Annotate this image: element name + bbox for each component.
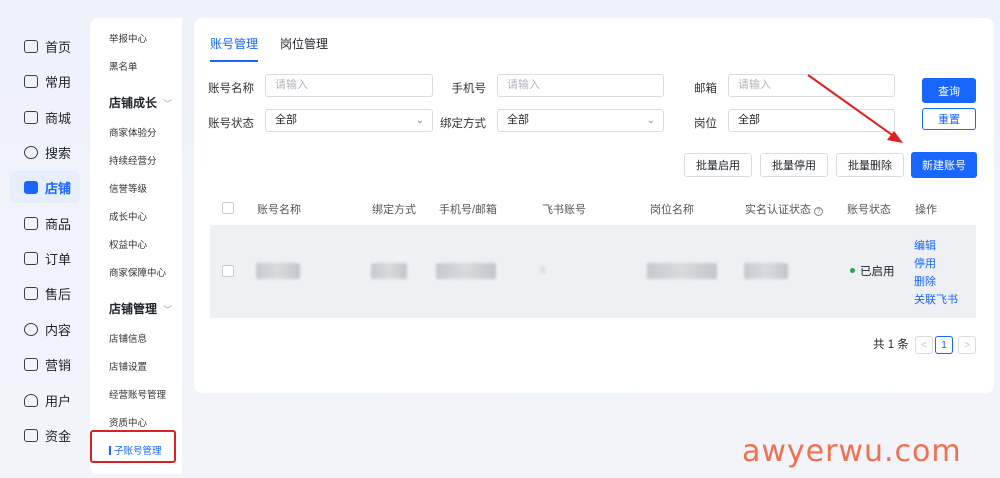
subnav-item-benefits-center[interactable]: 权益中心 (109, 237, 147, 251)
subnav-item-shop-info[interactable]: 店铺信息 (109, 331, 147, 345)
phone-input[interactable]: 请输入 (497, 74, 664, 97)
phone-label: 手机号 (451, 83, 487, 95)
rail-item-user[interactable]: 用户 (10, 384, 80, 416)
subnav-item-experience-score[interactable]: 商家体验分 (109, 125, 157, 139)
rail-item-shop[interactable]: 店铺 (10, 171, 80, 203)
redacted-position-name (647, 263, 717, 279)
bind-method-select[interactable]: 全部 ⌄ (497, 109, 664, 132)
email-input[interactable]: 请输入 (728, 74, 895, 97)
email-label: 邮箱 (694, 83, 717, 95)
pagination-total: 共 1 条 (873, 339, 909, 351)
goods-icon (24, 216, 38, 230)
aftersale-icon (24, 286, 38, 300)
chevron-down-icon: ﹀ (163, 305, 173, 315)
redacted-phone-email (436, 263, 496, 279)
prev-page-button[interactable]: < (915, 336, 933, 354)
rail-item-search[interactable]: 搜索 (10, 136, 80, 168)
batch-disable-button[interactable]: 批量停用 (760, 153, 828, 177)
rail-item-wallet[interactable]: 资金 (10, 419, 80, 451)
column-header: 岗位名称 (650, 204, 694, 216)
chevron-down-icon: ﹀ (163, 99, 173, 109)
rail-item-common[interactable]: 常用 (10, 65, 80, 97)
next-page-button[interactable]: > (958, 336, 976, 354)
batch-enable-button[interactable]: 批量启用 (684, 153, 752, 177)
link-feishu-link[interactable]: 关联飞书 (914, 291, 958, 307)
shop-icon (24, 180, 38, 194)
folder-icon (24, 74, 38, 88)
tab-position-management[interactable]: 岗位管理 (280, 35, 328, 62)
redacted-account-name (256, 263, 300, 279)
search-icon (24, 145, 38, 159)
disable-link[interactable]: 停用 (914, 255, 936, 271)
status-badge: 已启用 (850, 263, 895, 279)
account-name-label: 账号名称 (208, 83, 254, 95)
primary-nav-rail: 首页 常用 商城 搜索 店铺 商品 订单 售后 内容 营销 用户 资金 (0, 18, 90, 458)
rail-item-mall[interactable]: 商城 (10, 101, 80, 133)
content-icon (24, 322, 38, 336)
annotation-highlight-box (90, 430, 176, 463)
table-header: 账号名称 绑定方式 手机号/邮箱 飞书账号 岗位名称 实名认证状态 ? 账号状态… (210, 193, 976, 223)
column-header: 手机号/邮箱 (439, 204, 498, 216)
redacted-feishu-account (540, 266, 546, 274)
tab-account-management[interactable]: 账号管理 (210, 35, 259, 62)
tab-bar: 账号管理 岗位管理 (210, 35, 328, 62)
column-header: 操作 (915, 204, 937, 216)
column-header: 账号名称 (257, 204, 301, 216)
batch-delete-button[interactable]: 批量删除 (836, 153, 904, 177)
chevron-down-icon: ⌄ (646, 115, 655, 126)
status-dot-icon (850, 268, 855, 273)
query-button[interactable]: 查询 (922, 78, 976, 103)
column-header: 绑定方式 (372, 204, 416, 216)
subnav-item-credit-level[interactable]: 信誉等级 (109, 181, 147, 195)
page-1-button[interactable]: 1 (935, 336, 953, 354)
column-header: 实名认证状态 ? (745, 201, 824, 217)
reset-button[interactable]: 重置 (922, 108, 976, 130)
account-status-select[interactable]: 全部 ⌄ (265, 109, 433, 132)
rail-item-order[interactable]: 订单 (10, 242, 80, 274)
subnav-group-shop-management[interactable]: 店铺管理 ﹀ (109, 300, 172, 317)
chevron-down-icon: ⌄ (415, 115, 424, 126)
position-select[interactable]: 全部 (728, 109, 895, 132)
wallet-icon (24, 428, 38, 442)
redacted-verification-status (744, 263, 788, 279)
help-icon[interactable]: ? (814, 207, 824, 216)
delete-link[interactable]: 删除 (914, 273, 936, 289)
marketing-icon (24, 357, 38, 371)
edit-link[interactable]: 编辑 (914, 237, 936, 253)
new-account-button[interactable]: 新建账号 (911, 152, 977, 178)
redacted-bind-method (371, 263, 407, 279)
column-header: 账号状态 (847, 204, 891, 216)
main-card: 账号管理 岗位管理 账号名称 请输入 手机号 请输入 邮箱 请输入 账号状态 全… (194, 18, 994, 393)
mall-icon (24, 110, 38, 124)
account-name-input[interactable]: 请输入 (265, 74, 433, 97)
rail-item-goods[interactable]: 商品 (10, 207, 80, 239)
subnav-item-operation-score[interactable]: 持续经营分 (109, 153, 157, 167)
subnav-item-qualification[interactable]: 资质中心 (109, 415, 147, 429)
table-row: 已启用 编辑 停用 删除 关联飞书 (210, 225, 976, 318)
select-all-checkbox[interactable] (222, 202, 234, 214)
subnav-item-business-account[interactable]: 经营账号管理 (109, 387, 166, 401)
subnav-group-shop-growth[interactable]: 店铺成长 ﹀ (109, 94, 172, 111)
order-icon (24, 251, 38, 265)
user-icon (24, 393, 38, 407)
rail-item-home[interactable]: 首页 (10, 30, 80, 62)
subnav-item-shop-settings[interactable]: 店铺设置 (109, 359, 147, 373)
row-checkbox[interactable] (222, 265, 234, 277)
position-label: 岗位 (694, 118, 717, 130)
subnav-item-merchant-protection[interactable]: 商家保障中心 (109, 265, 166, 279)
rail-item-marketing[interactable]: 营销 (10, 348, 80, 380)
rail-item-content[interactable]: 内容 (10, 313, 80, 345)
subnav-item-growth-center[interactable]: 成长中心 (109, 209, 147, 223)
secondary-nav: 举报中心 黑名单 店铺成长 ﹀ 商家体验分 持续经营分 信誉等级 成长中心 权益中… (90, 18, 182, 474)
watermark-text: awyerwu.com (742, 434, 962, 469)
rail-item-aftersale[interactable]: 售后 (10, 277, 80, 309)
column-header: 飞书账号 (542, 204, 586, 216)
home-icon (24, 39, 38, 53)
subnav-item-blacklist[interactable]: 黑名单 (109, 59, 138, 73)
account-status-label: 账号状态 (208, 118, 254, 130)
bind-method-label: 绑定方式 (440, 118, 486, 130)
subnav-item-report-center[interactable]: 举报中心 (109, 31, 147, 45)
